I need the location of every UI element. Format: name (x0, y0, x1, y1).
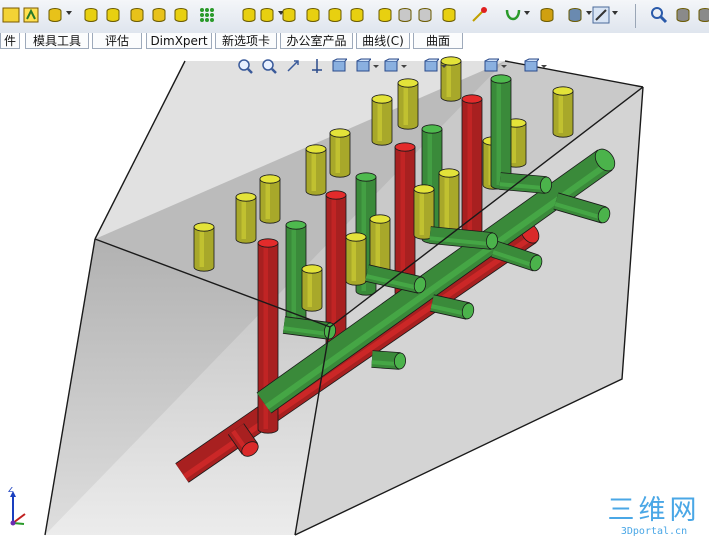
options-dropdown-arrow[interactable] (612, 11, 618, 15)
yellow-pin (369, 214, 391, 274)
yellow-pin (329, 128, 351, 178)
yellow-pin (193, 222, 215, 272)
extrude-icon[interactable] (46, 6, 64, 24)
tab-curves[interactable]: 曲线(C) (356, 33, 410, 49)
options-icon[interactable] (592, 6, 610, 24)
watermark: 三维网 3Dportal.cn (606, 496, 702, 540)
command-manager-tabs: 件 模具工具 评估 DimXpert 新选项卡 办公室产品 曲线(C) 曲面 (0, 33, 709, 49)
view-settings-icon[interactable] (523, 58, 539, 74)
curves-dropdown-arrow[interactable] (524, 11, 530, 15)
cut-icon[interactable] (470, 6, 488, 24)
fillet-icon[interactable] (172, 6, 190, 24)
watermark-subtitle: 3Dportal.cn (620, 526, 688, 537)
mirror-icon[interactable] (348, 6, 366, 24)
edit-appearance-dropdown-arrow[interactable] (441, 65, 447, 68)
apply-scene-icon[interactable] (483, 58, 499, 74)
heads-up-view-toolbar (237, 58, 552, 76)
green-branch (371, 350, 407, 370)
rib-icon[interactable] (240, 6, 258, 24)
cube-icon[interactable] (696, 6, 709, 24)
revolve-icon[interactable] (82, 6, 100, 24)
feature-icon[interactable] (2, 6, 20, 24)
yellow-pin (305, 144, 327, 196)
draft-icon[interactable] (258, 6, 276, 24)
apply-scene-dropdown-arrow[interactable] (501, 65, 507, 68)
zoom-to-fit-icon[interactable] (237, 58, 253, 74)
wrap-icon[interactable] (304, 6, 322, 24)
hide-show-icon[interactable] (383, 58, 399, 74)
yellow-pin (301, 264, 323, 312)
combine-icon[interactable] (440, 6, 458, 24)
move-copy-icon[interactable] (416, 6, 434, 24)
yellow-pin (438, 168, 460, 234)
yellow-pin (397, 78, 419, 130)
list-icon[interactable] (674, 6, 692, 24)
dome-icon[interactable] (326, 6, 344, 24)
yellow-pin (235, 192, 257, 244)
red-vertical-pipe (461, 94, 483, 236)
intersect-icon[interactable] (376, 6, 394, 24)
view-orientation-icon[interactable] (331, 58, 347, 74)
reference-triad: Z (5, 485, 31, 527)
reference-geometry-icon[interactable] (538, 6, 556, 24)
yellow-pin (345, 232, 367, 286)
split-icon[interactable] (396, 6, 414, 24)
tab-mold-tools[interactable]: 模具工具 (25, 33, 89, 49)
display-style-dropdown-arrow[interactable] (373, 65, 379, 68)
tab-parts[interactable]: 件 (0, 33, 20, 49)
model-scene (44, 56, 644, 536)
display-style-icon[interactable] (355, 58, 371, 74)
zoom-to-area-icon[interactable] (261, 58, 277, 74)
curves-icon[interactable] (504, 6, 522, 24)
graphics-area[interactable]: Z 三维网 3Dportal.cn (0, 49, 709, 551)
tab-evaluate[interactable]: 评估 (92, 33, 142, 49)
yellow-pin (371, 94, 393, 146)
boundary-icon[interactable] (150, 6, 168, 24)
previous-view-icon[interactable] (285, 58, 301, 74)
tab-new[interactable]: 新选项卡 (215, 33, 277, 49)
tab-office-products[interactable]: 办公室产品 (280, 33, 353, 49)
command-toolbar (0, 0, 709, 34)
view-settings-dropdown-arrow[interactable] (541, 65, 547, 68)
sweep-icon[interactable] (104, 6, 122, 24)
hide-show-dropdown-arrow[interactable] (401, 65, 407, 68)
tab-dimxpert[interactable]: DimXpert (146, 33, 212, 49)
sketch-icon[interactable] (22, 6, 40, 24)
toolbar-separator (635, 4, 636, 28)
shell-icon[interactable] (280, 6, 298, 24)
tab-surfaces[interactable]: 曲面 (413, 33, 463, 49)
section-view-icon[interactable] (309, 58, 325, 74)
yellow-pin (259, 174, 281, 224)
yellow-pin (552, 86, 574, 138)
green-vertical-pipe (490, 74, 512, 190)
edit-appearance-icon[interactable] (423, 58, 439, 74)
loft-icon[interactable] (128, 6, 146, 24)
extrude-dropdown-arrow[interactable] (66, 11, 72, 15)
triad-z-label: Z (8, 487, 14, 494)
zoom-icon[interactable] (650, 6, 668, 24)
instant3d-icon[interactable] (566, 6, 584, 24)
watermark-title: 三维网 (607, 495, 701, 526)
pattern-icon[interactable] (198, 6, 216, 24)
